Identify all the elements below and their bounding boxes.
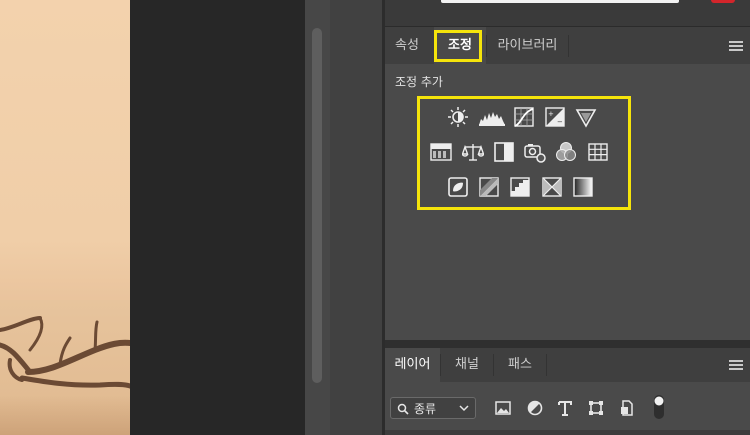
tab-paths[interactable]: 패스 [494,348,546,382]
canvas-pasteboard [130,0,305,435]
levels-icon[interactable] [478,106,506,128]
invert-icon[interactable] [447,176,469,198]
tab-adjustments[interactable]: 조정 [434,27,486,64]
adjustment-filter-icon[interactable] [525,398,545,418]
brightness-contrast-icon[interactable] [447,106,469,128]
layers-tab-bar: 레이어 채널 패스 [385,348,750,382]
top-panel-strip [385,0,750,27]
tab-label: 라이브러리 [497,38,558,53]
section-title: 조정 추가 [395,75,443,89]
panel-divider-horizontal[interactable] [385,340,750,348]
svg-text:−: − [557,118,563,126]
tab-libraries[interactable]: 라이브러리 [487,27,568,64]
photoshop-window: 속성 조정 라이브러리 조정 추가 + − 레이어 채널 패스 종류 [0,0,750,435]
chevron-down-icon [459,405,469,412]
filter-toggle-switch[interactable] [653,394,665,420]
curves-icon[interactable] [513,106,535,128]
tab-highlight [434,30,482,62]
scrollbar-thumb[interactable] [312,28,322,383]
adjustments-tab-bar: 속성 조정 라이브러리 [385,27,750,64]
document-image[interactable] [0,0,130,435]
panel-dock-gap [330,0,382,435]
shape-filter-icon[interactable] [586,398,606,418]
tab-separator [568,35,569,57]
layers-options-row [385,430,750,435]
color-swatch-red[interactable] [711,0,735,3]
image-filter-icon[interactable] [493,398,513,418]
color-slider-bar[interactable] [441,0,679,3]
tab-separator [546,354,547,376]
threshold-icon[interactable] [509,176,531,198]
posterize-icon[interactable] [478,176,500,198]
gradient-map-icon[interactable] [572,176,594,198]
type-filter-icon[interactable] [555,398,575,418]
channel-mixer-icon[interactable] [555,141,577,163]
svg-text:+: + [548,110,554,118]
search-icon [397,403,409,415]
vibrance-icon[interactable] [575,106,597,128]
panel-menu-icon[interactable] [729,360,743,370]
tab-label: 레이어 [394,357,431,372]
tab-label: 채널 [455,357,479,372]
tab-layers[interactable]: 레이어 [385,348,440,382]
hue-saturation-icon[interactable] [430,141,452,163]
adjustments-panel: 속성 조정 라이브러리 조정 추가 + − [385,27,750,340]
adjustment-icons-highlight: + − [417,96,631,210]
tab-label: 패스 [508,357,532,372]
vertical-scrollbar[interactable] [305,0,330,435]
layer-filter-select[interactable]: 종류 [390,397,476,419]
photo-filter-icon[interactable] [524,141,546,163]
color-balance-icon[interactable] [462,141,484,163]
tab-properties[interactable]: 속성 [385,27,429,64]
panel-menu-icon[interactable] [729,41,743,51]
tab-label: 속성 [395,38,419,53]
layer-filter-value: 종류 [414,402,437,416]
black-white-icon[interactable] [493,141,515,163]
color-lookup-icon[interactable] [587,141,609,163]
selective-color-icon[interactable] [541,176,563,198]
smart-object-filter-icon[interactable] [617,398,637,418]
branch-graphic [0,316,130,389]
layers-panel: 레이어 채널 패스 종류 [385,348,750,435]
exposure-icon[interactable]: + − [544,106,566,128]
tab-channels[interactable]: 채널 [441,348,493,382]
